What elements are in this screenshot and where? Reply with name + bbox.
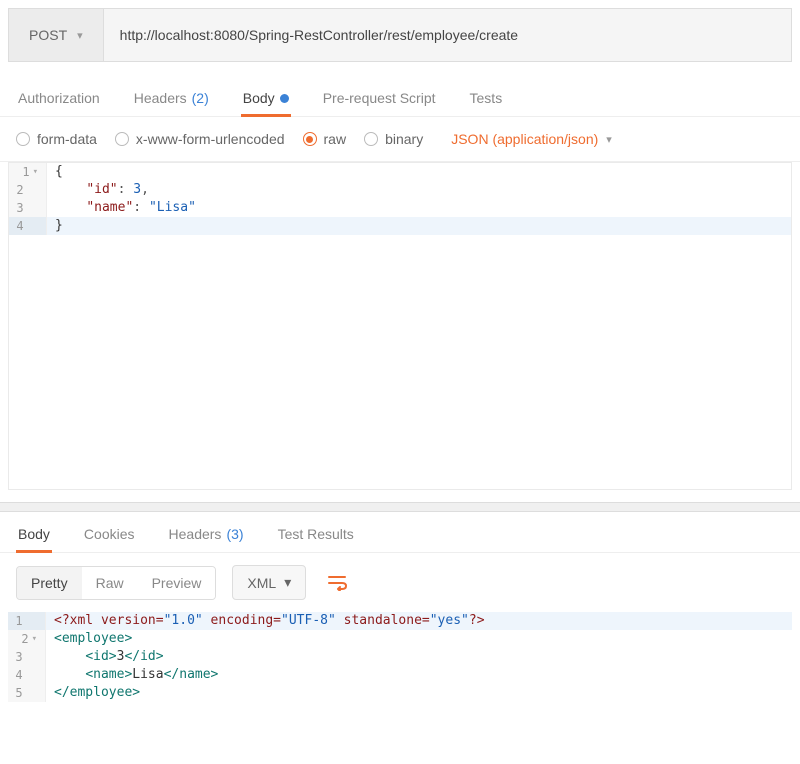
code-token: standalone= <box>336 613 430 628</box>
code-token: "id" <box>86 182 117 197</box>
code-token: </employee> <box>54 685 140 700</box>
view-preview[interactable]: Preview <box>138 567 216 599</box>
code-token: version= <box>101 613 164 628</box>
tab-label: Body <box>243 90 275 106</box>
code-token: encoding= <box>203 613 281 628</box>
radio-icon <box>16 132 30 146</box>
radio-binary[interactable]: binary <box>364 131 423 147</box>
tab-label: Authorization <box>18 90 100 106</box>
code-token: 3 <box>133 182 141 197</box>
code-token: <employee> <box>54 631 132 646</box>
view-raw[interactable]: Raw <box>82 567 138 599</box>
url-input[interactable] <box>104 9 791 61</box>
view-mode-tabs: Pretty Raw Preview <box>16 566 216 600</box>
code-token: ?> <box>469 613 485 628</box>
tab-label: Headers <box>134 90 187 106</box>
fold-icon: ▾ <box>33 163 38 181</box>
code-token: "UTF-8" <box>281 613 336 628</box>
format-label: XML <box>247 575 276 591</box>
request-body-editor[interactable]: 1 ▾{ 2 "id": 3, 3 "name": "Lisa" 4 } <box>8 162 792 490</box>
code-token: <id> <box>85 649 116 664</box>
radio-urlencoded[interactable]: x-www-form-urlencoded <box>115 131 285 147</box>
radio-raw[interactable]: raw <box>303 131 347 147</box>
chevron-down-icon: ▾ <box>606 133 612 146</box>
resp-tab-body[interactable]: Body <box>16 516 52 552</box>
tab-label: Headers <box>169 526 222 542</box>
chevron-down-icon: ▾ <box>284 574 291 591</box>
response-body-editor[interactable]: 1 <?xml version="1.0" encoding="UTF-8" s… <box>8 612 792 702</box>
wrap-icon <box>328 575 348 591</box>
radio-label: x-www-form-urlencoded <box>136 131 285 147</box>
content-type-select[interactable]: JSON (application/json) ▾ <box>451 131 612 147</box>
header-count: (3) <box>226 526 243 542</box>
resp-tab-testresults[interactable]: Test Results <box>276 516 356 552</box>
radio-icon <box>364 132 378 146</box>
content-type-label: JSON (application/json) <box>451 131 598 147</box>
request-tabs: Authorization Headers (2) Body Pre-reque… <box>0 80 800 117</box>
radio-label: binary <box>385 131 423 147</box>
tab-authorization[interactable]: Authorization <box>16 80 102 116</box>
http-method-select[interactable]: POST ▾ <box>9 9 104 61</box>
radio-form-data[interactable]: form-data <box>16 131 97 147</box>
code-token: "Lisa" <box>149 200 196 215</box>
radio-icon <box>115 132 129 146</box>
tab-label: Cookies <box>84 526 135 542</box>
response-tabs: Body Cookies Headers (3) Test Results <box>0 516 800 553</box>
body-type-row: form-data x-www-form-urlencoded raw bina… <box>0 117 800 162</box>
header-count: (2) <box>192 90 209 106</box>
code-token: <name> <box>85 667 132 682</box>
dot-indicator-icon <box>280 94 289 103</box>
radio-label: raw <box>324 131 347 147</box>
pane-divider[interactable] <box>0 502 800 512</box>
code-token: <?xml <box>54 613 101 628</box>
response-format-select[interactable]: XML ▾ <box>232 565 306 600</box>
code-token: "yes" <box>430 613 469 628</box>
tab-headers[interactable]: Headers (2) <box>132 80 211 116</box>
request-bar: POST ▾ <box>8 8 792 62</box>
wrap-lines-button[interactable] <box>320 566 356 600</box>
radio-label: form-data <box>37 131 97 147</box>
tab-label: Pre-request Script <box>323 90 436 106</box>
radio-icon <box>303 132 317 146</box>
resp-tab-cookies[interactable]: Cookies <box>82 516 137 552</box>
code-token: Lisa <box>132 667 163 682</box>
tab-body[interactable]: Body <box>241 80 291 116</box>
resp-tab-headers[interactable]: Headers (3) <box>167 516 246 552</box>
code-token: "name" <box>86 200 133 215</box>
tab-label: Body <box>18 526 50 542</box>
fold-icon: ▾ <box>32 630 37 648</box>
tab-label: Test Results <box>278 526 354 542</box>
code-token: "1.0" <box>164 613 203 628</box>
tab-prerequest[interactable]: Pre-request Script <box>321 80 438 116</box>
code-token: </id> <box>124 649 163 664</box>
code-token: </name> <box>164 667 219 682</box>
http-method-label: POST <box>29 27 67 43</box>
view-pretty[interactable]: Pretty <box>17 567 82 599</box>
code-token: { <box>55 164 63 179</box>
code-token: } <box>55 218 63 233</box>
tab-tests[interactable]: Tests <box>468 80 505 116</box>
chevron-down-icon: ▾ <box>77 29 83 42</box>
response-view-bar: Pretty Raw Preview XML ▾ <box>0 553 800 612</box>
tab-label: Tests <box>470 90 503 106</box>
